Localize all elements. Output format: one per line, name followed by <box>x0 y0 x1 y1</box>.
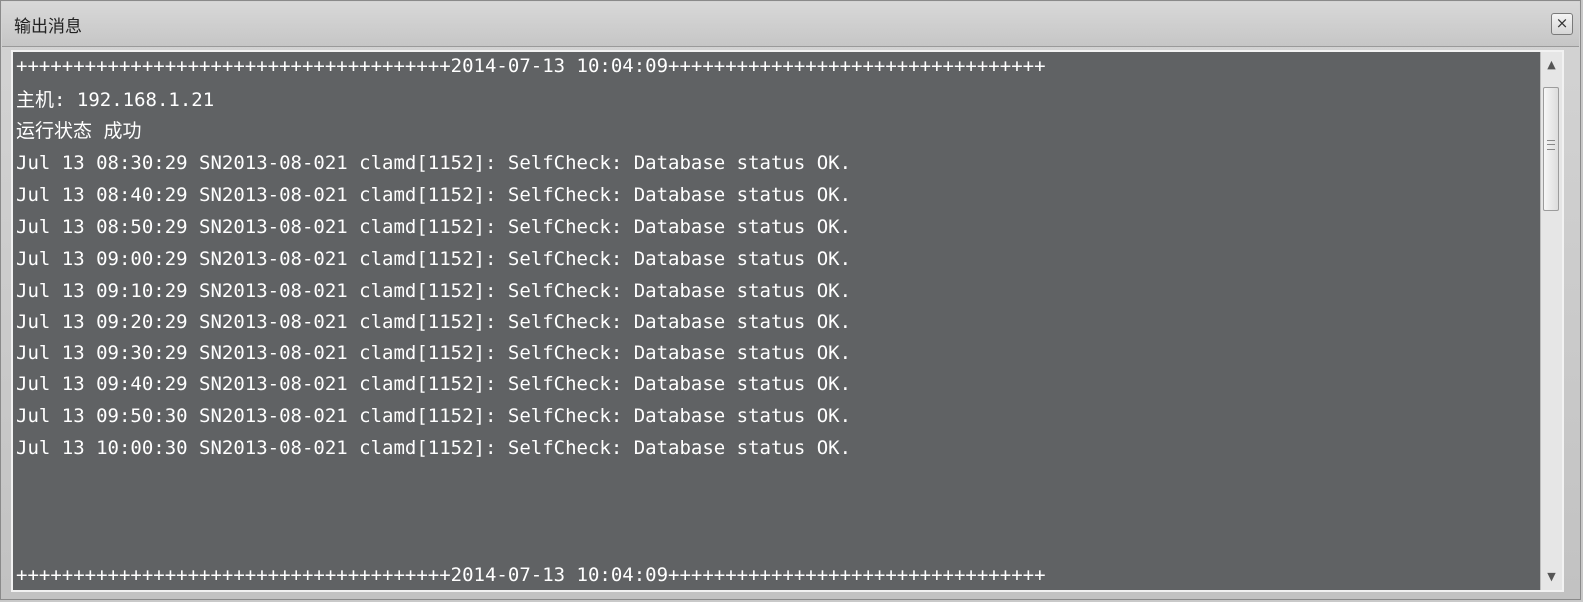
footer-separator: ++++++++++++++++++++++++++++++++++++++20… <box>16 564 1046 586</box>
status-line: 运行状态 成功 <box>16 120 142 142</box>
grip-lines-icon <box>1547 140 1555 150</box>
log-line: Jul 13 09:40:29 SN2013-08-021 clamd[1152… <box>16 373 852 395</box>
host-line: 主机: 192.168.1.21 <box>16 89 215 111</box>
scroll-down-arrow-icon[interactable]: ▼ <box>1541 566 1562 588</box>
log-line: Jul 13 09:30:29 SN2013-08-021 clamd[1152… <box>16 342 852 364</box>
title-bar: 输出消息 × <box>2 2 1579 47</box>
scroll-up-arrow-icon[interactable]: ▲ <box>1541 54 1562 76</box>
log-line: Jul 13 08:40:29 SN2013-08-021 clamd[1152… <box>16 184 852 206</box>
vertical-scrollbar[interactable]: ▲ ▼ <box>1540 52 1562 590</box>
header-separator: ++++++++++++++++++++++++++++++++++++++20… <box>16 55 1046 77</box>
console-frame: ++++++++++++++++++++++++++++++++++++++20… <box>11 50 1564 592</box>
log-line: Jul 13 10:00:30 SN2013-08-021 clamd[1152… <box>16 437 852 459</box>
log-line: Jul 13 09:10:29 SN2013-08-021 clamd[1152… <box>16 280 852 302</box>
close-button[interactable]: × <box>1551 13 1573 35</box>
log-line: Jul 13 08:50:29 SN2013-08-021 clamd[1152… <box>16 216 852 238</box>
window-title: 输出消息 <box>14 17 82 37</box>
log-line: Jul 13 09:50:30 SN2013-08-021 clamd[1152… <box>16 405 852 427</box>
log-line: Jul 13 09:00:29 SN2013-08-021 clamd[1152… <box>16 248 852 270</box>
log-line: Jul 13 09:20:29 SN2013-08-021 clamd[1152… <box>16 311 852 333</box>
log-line: Jul 13 08:30:29 SN2013-08-021 clamd[1152… <box>16 152 852 174</box>
scrollbar-thumb[interactable] <box>1543 87 1559 211</box>
console-output[interactable]: ++++++++++++++++++++++++++++++++++++++20… <box>13 52 1540 590</box>
output-message-window: 输出消息 × +++++++++++++++++++++++++++++++++… <box>0 0 1581 600</box>
